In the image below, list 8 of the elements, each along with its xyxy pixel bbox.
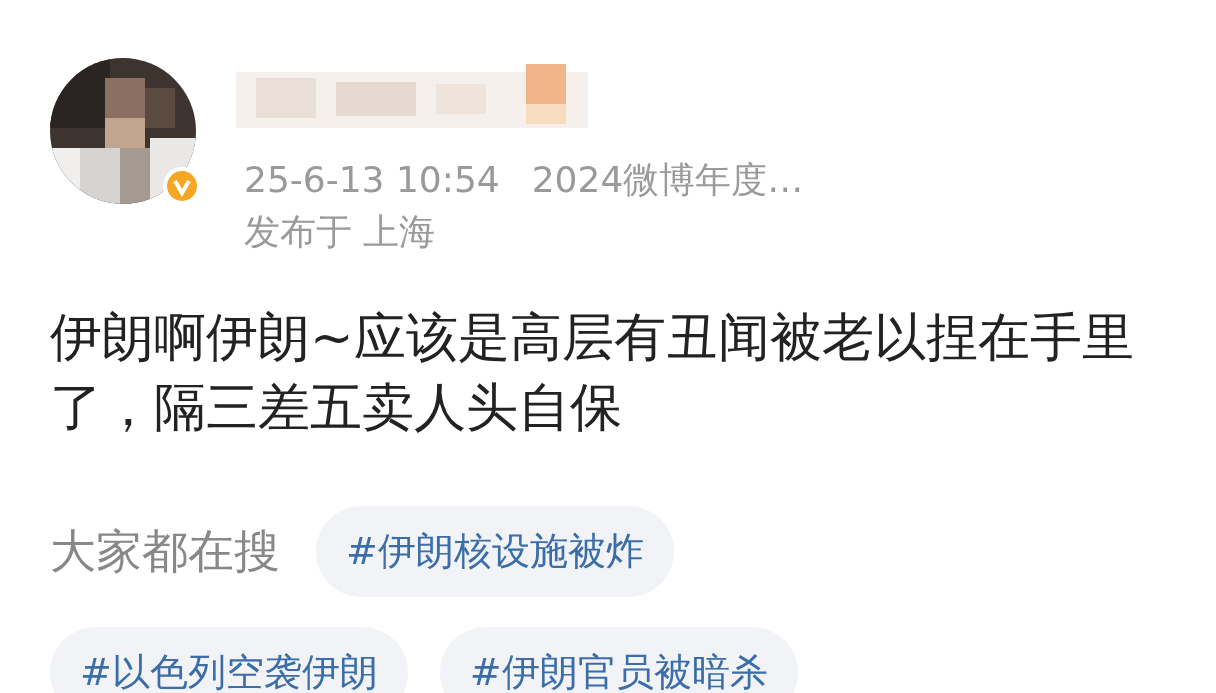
post-text: 伊朗啊伊朗~应该是高层有丑闻被老以捏在手里了，隔三差五卖人头自保 xyxy=(50,306,1135,439)
hashtag-link[interactable]: #以色列空袭伊朗 xyxy=(50,627,408,693)
post-location: 发布于 上海 xyxy=(244,210,437,254)
trending-label: 大家都在搜 xyxy=(50,522,280,580)
hashtag-link[interactable]: #伊朗官员被暗杀 xyxy=(439,627,798,693)
post-time: 25-6-13 10:54 xyxy=(244,158,500,202)
hashtag-link[interactable]: #伊朗核设施被炸 xyxy=(316,506,674,597)
post-source: 2024微博年度… xyxy=(531,158,804,202)
